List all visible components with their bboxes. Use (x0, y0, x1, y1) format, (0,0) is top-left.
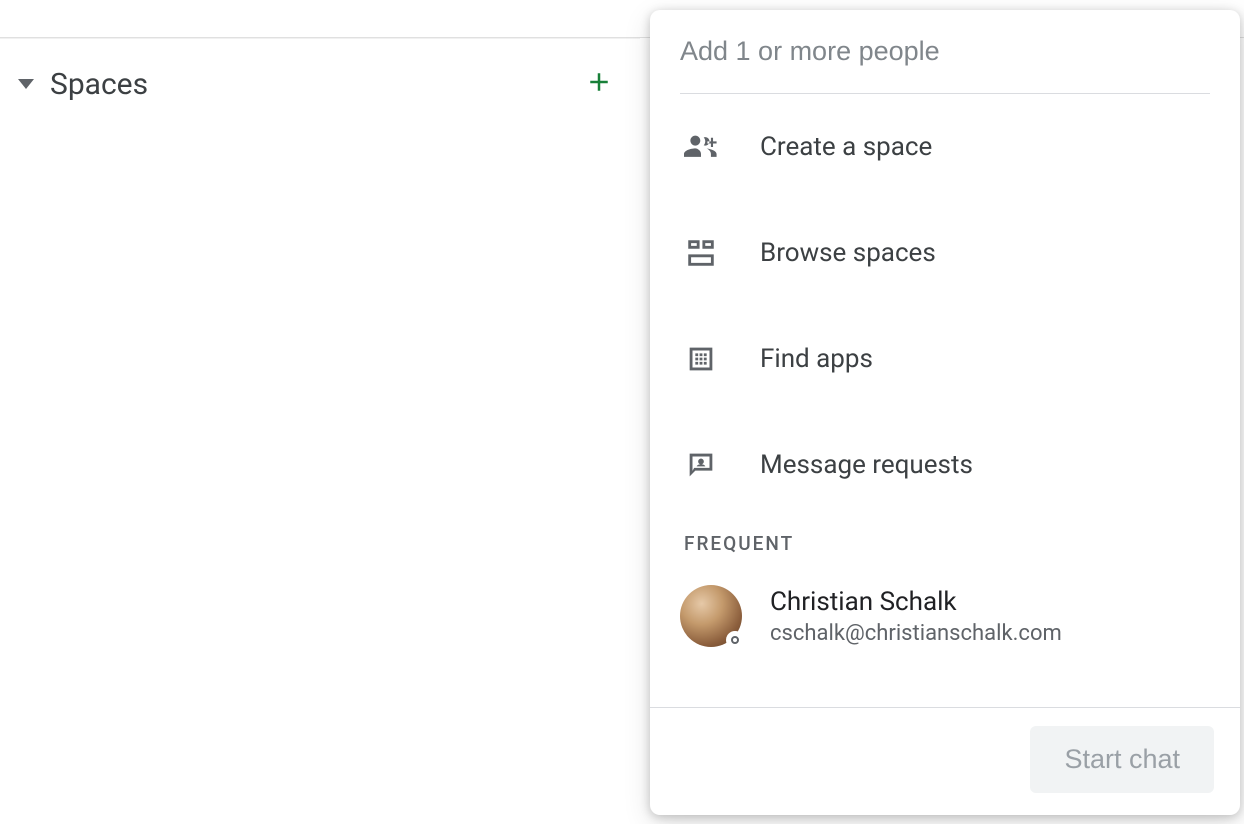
find-apps-icon (684, 342, 718, 376)
browse-spaces-icon (684, 236, 718, 270)
contact-name: Christian Schalk (770, 587, 1062, 617)
group-add-icon (684, 130, 718, 164)
panel-search-area (650, 10, 1240, 93)
message-requests-label: Message requests (760, 450, 973, 480)
browse-spaces-item[interactable]: Browse spaces (650, 200, 1240, 306)
sidebar: Spaces (0, 38, 640, 824)
caret-down-icon (18, 79, 34, 89)
sidebar-section-label: Spaces (50, 67, 148, 102)
avatar-wrap (680, 585, 742, 647)
contact-item[interactable]: Christian Schalk cschalk@christianschalk… (650, 567, 1240, 669)
browse-spaces-label: Browse spaces (760, 238, 936, 268)
sidebar-spaces-toggle[interactable]: Spaces (18, 67, 148, 102)
contact-text: Christian Schalk cschalk@christianschalk… (770, 587, 1062, 646)
find-apps-label: Find apps (760, 344, 873, 374)
panel-footer: Start chat (650, 707, 1240, 815)
create-space-label: Create a space (760, 132, 932, 162)
frequent-section-label: FREQUENT (650, 518, 1240, 567)
message-requests-item[interactable]: Message requests (650, 412, 1240, 518)
start-chat-button[interactable]: Start chat (1030, 726, 1214, 793)
create-space-item[interactable]: Create a space (650, 94, 1240, 200)
plus-icon (584, 67, 614, 97)
sidebar-spaces-header: Spaces (0, 39, 640, 105)
add-space-button[interactable] (584, 63, 614, 105)
find-apps-item[interactable]: Find apps (650, 306, 1240, 412)
contact-email: cschalk@christianschalk.com (770, 621, 1062, 646)
people-search-input[interactable] (680, 36, 1210, 67)
presence-indicator-icon (726, 631, 744, 649)
new-chat-panel: Create a space Browse spaces Find apps M… (650, 10, 1240, 815)
message-requests-icon (684, 448, 718, 482)
